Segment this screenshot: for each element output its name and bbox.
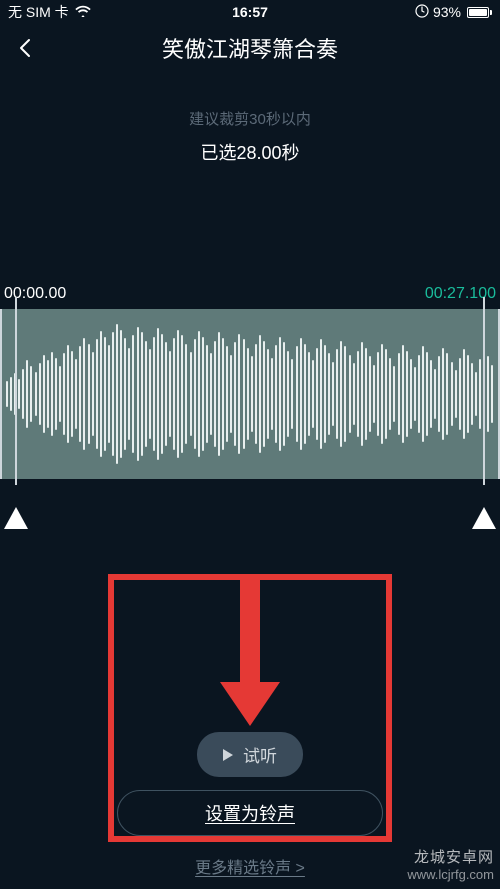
more-ringtones-link[interactable]: 更多精选铃声 > <box>195 854 305 878</box>
crop-hint: 建议裁剪30秒以内 <box>0 108 500 129</box>
waveform[interactable] <box>0 309 500 479</box>
back-icon[interactable] <box>14 36 38 60</box>
watermark-url: www.lcjrfg.com <box>407 867 494 883</box>
watermark-title: 龙城安卓网 <box>407 849 494 867</box>
selection-duration: 已选28.00秒 <box>0 139 500 165</box>
waveform-editor[interactable]: 00:00.00 00:27.100 <box>0 285 500 479</box>
watermark: 龙城安卓网 www.lcjrfg.com <box>407 849 494 883</box>
time-start-label: 00:00.00 <box>4 285 66 303</box>
status-bar: 无 SIM 卡 16:57 93% <box>0 0 500 24</box>
clock: 16:57 <box>232 4 268 20</box>
set-ringtone-label: 设置为铃声 <box>205 800 295 826</box>
page-title: 笑傲江湖琴箫合奏 <box>162 32 338 64</box>
set-ringtone-button[interactable]: 设置为铃声 <box>117 790 383 836</box>
battery-icon <box>465 7 492 18</box>
time-end-label: 00:27.100 <box>425 285 496 303</box>
annotation-arrow <box>220 574 280 726</box>
carrier-text: 无 SIM 卡 <box>8 2 69 22</box>
orientation-lock-icon <box>415 4 429 21</box>
battery-pct: 93% <box>433 4 461 20</box>
header: 笑傲江湖琴箫合奏 <box>0 24 500 68</box>
preview-label: 试听 <box>243 742 277 767</box>
wifi-icon <box>75 4 91 20</box>
preview-button[interactable]: 试听 <box>197 732 303 777</box>
play-icon <box>223 749 233 761</box>
